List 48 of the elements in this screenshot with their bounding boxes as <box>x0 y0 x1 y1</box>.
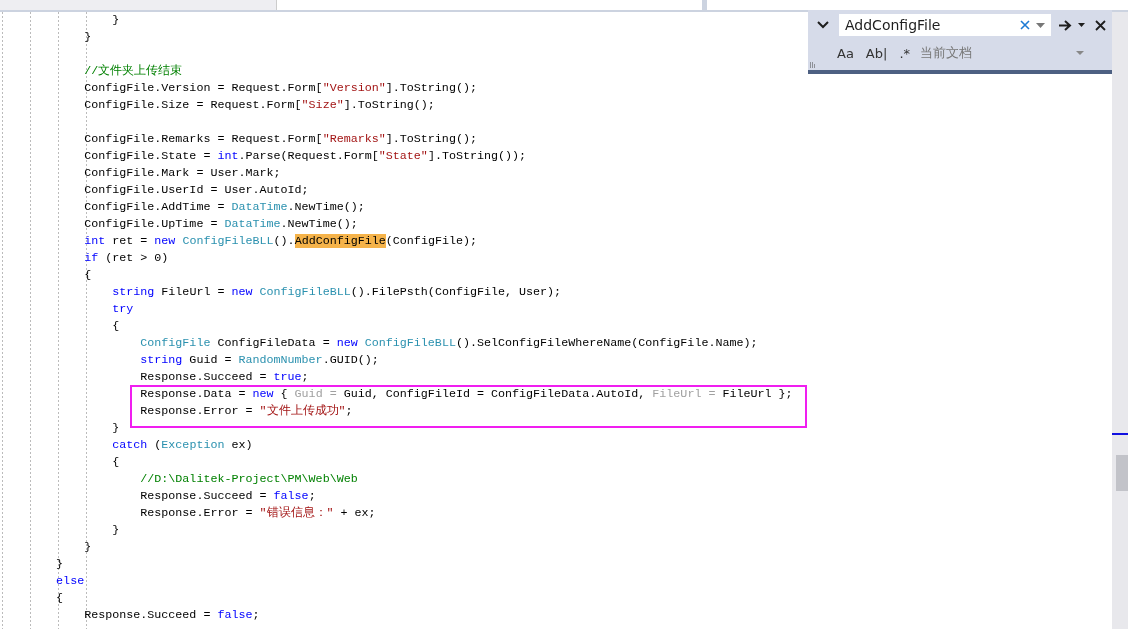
code-line: } <box>111 420 120 437</box>
clear-icon[interactable] <box>1020 20 1030 30</box>
code-line: ConfigFile.UpTime = DataTime.NewTime(); <box>83 216 358 233</box>
code-line: Response.Error = "文件上传成功"; <box>139 403 353 420</box>
chevron-down-icon[interactable] <box>817 21 829 29</box>
code-line: ConfigFile ConfigFileData = new ConfigFileBLL().SelConfigFileWhereName(ConfigFile.Name); <box>139 335 758 352</box>
arrow-right-icon[interactable] <box>1059 19 1072 31</box>
code-line: try <box>111 301 134 318</box>
code-line: //D:\Dalitek-Project\PM\Web\Web <box>139 471 358 488</box>
code-line: Response.Succeed = false; <box>139 488 316 505</box>
code-line: Response.Succeed = true; <box>139 369 309 386</box>
search-option-toggle[interactable]: Ab| <box>863 45 890 61</box>
caret-icon[interactable] <box>1078 23 1085 27</box>
code-line: else <box>55 573 85 590</box>
code-line: { <box>111 454 120 471</box>
search-option-toggle[interactable]: Aa <box>835 45 856 61</box>
code-line: ConfigFile.AddTime = DataTime.NewTime(); <box>83 199 365 216</box>
search-input[interactable]: AddConfigFile <box>839 17 1020 33</box>
search-option-toggle[interactable]: .* <box>897 45 913 61</box>
code-line: ConfigFile.UserId = User.AutoId; <box>83 182 309 199</box>
search-field[interactable]: AddConfigFile <box>839 14 1051 36</box>
code-line: } <box>111 12 120 29</box>
code-line: ConfigFile.Version = Request.Form["Version"].ToString(); <box>83 80 477 97</box>
code-line: catch (Exception ex) <box>111 437 253 454</box>
code-line: //文件夹上传结束 <box>83 63 183 80</box>
code-line: { <box>55 590 64 607</box>
code-line: if (ret > 0) <box>83 250 169 267</box>
scrollbar-thumb[interactable] <box>1116 455 1128 491</box>
code-line: } <box>55 556 64 573</box>
close-icon[interactable] <box>1095 19 1106 31</box>
code-line: Response.Error = "错误信息：" + ex; <box>139 505 376 522</box>
code-line: Response.Data = new { Guid = Guid, ConfigFileId = ConfigFileData.AutoId, FileUrl = FileUrl }; <box>139 386 793 403</box>
code-line: string FileUrl = new ConfigFileBLL().FilePsth(ConfigFile, User); <box>111 284 562 301</box>
code-line: ConfigFile.Remarks = Request.Form["Remarks"].ToString(); <box>83 131 477 148</box>
code-line: } <box>83 29 92 46</box>
code-line: ConfigFile.State = int.Parse(Request.Form["State"].ToString()); <box>83 148 527 165</box>
code-line: } <box>111 522 120 539</box>
resize-grip-icon[interactable] <box>810 62 816 68</box>
code-line: ConfigFile.Mark = User.Mark; <box>83 165 281 182</box>
code-line: { <box>111 318 120 335</box>
code-line: { <box>83 267 92 284</box>
code-line: } <box>83 539 92 556</box>
scroll-marker <box>1112 433 1128 435</box>
code-line: ConfigFile.Size = Request.Form["Size"].ToString(); <box>83 97 435 114</box>
code-line: int ret = new ConfigFileBLL().AddConfigFile(ConfigFile); <box>83 233 477 250</box>
code-line: Response.Succeed = false; <box>83 607 260 624</box>
scrollbar[interactable] <box>1112 12 1128 629</box>
code-line: string Guid = RandomNumber.GUID(); <box>139 352 379 369</box>
